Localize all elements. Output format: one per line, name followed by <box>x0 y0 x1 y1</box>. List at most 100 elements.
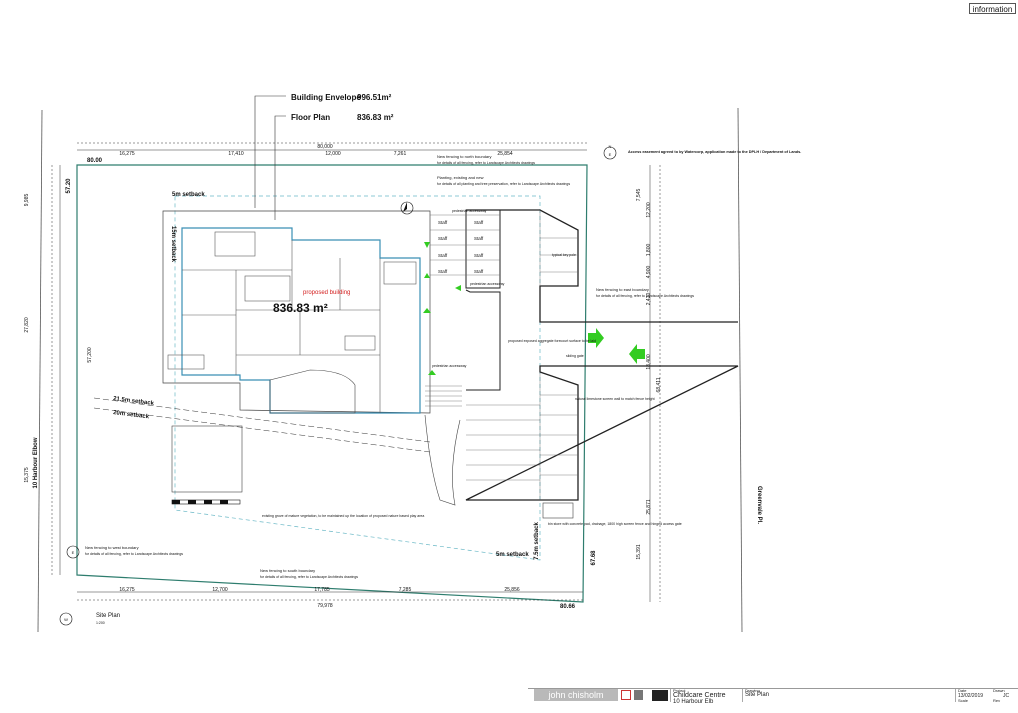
existing-vegetation-zone <box>171 425 243 493</box>
top-dim-1: 16,275 <box>119 151 135 157</box>
floor-leader <box>274 115 286 220</box>
left-overall-dim: 57,200 <box>87 347 93 363</box>
staff-bay-8: Staff <box>474 269 484 274</box>
compass-letter-e2: E <box>72 550 75 555</box>
boundary-bottom-length: 80.66 <box>560 604 576 610</box>
big-area-label: 836.83 m² <box>273 301 328 315</box>
envelope-leader <box>254 95 286 208</box>
proposed-building-label: proposed building <box>303 290 350 296</box>
note-key-pole: typical key pole <box>552 253 576 257</box>
view-scale: 1:200 <box>96 621 105 625</box>
project-address: 10 Harbour Elb <box>673 699 714 705</box>
note-north-body: for details of all fencing, refer to Lan… <box>437 161 535 165</box>
bottom-dim-1: 16,275 <box>119 587 135 593</box>
interior-walls <box>167 231 417 413</box>
right-dim-1: 7,545 <box>636 189 642 202</box>
envelope-label: Building Envelope <box>291 93 361 102</box>
note-easement: Access easement agreed to by Watercorp, … <box>628 150 801 154</box>
carpark-driveway <box>465 209 739 501</box>
boundary-left-length: 57.20 <box>66 178 72 194</box>
drawn-value: JC <box>1003 693 1010 699</box>
firm-mark2-icon <box>634 690 643 700</box>
scale-bar <box>171 499 241 505</box>
forecourt-edge <box>465 289 501 391</box>
pathway <box>424 414 461 506</box>
note-pedestrian-1: pedestrian accessway <box>452 209 487 213</box>
pedestrian-crossing <box>425 385 462 407</box>
left-road-line <box>37 109 43 633</box>
note-limestone: natural limestone screen wall to match f… <box>575 397 655 401</box>
note-south-title: New fencing to south boundary <box>260 568 315 573</box>
note-pedestrian-3: pedestrian accessway <box>432 364 467 368</box>
floor-value: 836.83 m² <box>357 113 394 122</box>
setback-top: 5m setback <box>172 192 205 198</box>
right-road-line <box>737 107 743 633</box>
sheet-title: Site Plan <box>745 692 770 698</box>
note-planting-title: Planting, existing and new <box>437 175 484 180</box>
compass-letter-w: W <box>64 617 68 622</box>
staff-bay-5: Staff <box>438 253 448 258</box>
note-south-body: for details of all fencing, refer to Lan… <box>260 575 358 579</box>
staff-bay-4: Staff <box>474 236 484 241</box>
top-dim-4: 7,261 <box>394 151 407 157</box>
bottom-dim-2: 12,700 <box>212 587 228 593</box>
boundary-right-length: 67.68 <box>591 550 597 566</box>
street-right: Greenvale Pl. <box>756 486 762 524</box>
national-badge-icon <box>652 690 668 701</box>
top-dim-2: 17,410 <box>228 151 244 157</box>
top-dim-3: 12,000 <box>325 151 341 157</box>
right-dim-7: 25,871 <box>646 499 652 515</box>
staff-bay-6: Staff <box>474 253 484 258</box>
compass-letter-n: N <box>609 144 612 149</box>
bin-store <box>542 502 574 519</box>
rev-label: Rev <box>993 698 1001 703</box>
green-arrow-icons <box>423 242 645 375</box>
note-north-title: New fencing to north boundary <box>437 154 491 159</box>
note-forecourt: proposed exposed aggregate forecourt sur… <box>508 339 596 343</box>
boundary-top-length: 80.00 <box>87 158 103 164</box>
left-dim-2: 27,820 <box>24 317 30 333</box>
staff-bay-2: Staff <box>474 220 484 225</box>
top-dim-5: 25,854 <box>497 151 513 157</box>
right-dim-2: 12,200 <box>646 202 652 218</box>
staff-bay-1: Staff <box>438 220 448 225</box>
setback-diag2: 20m setback <box>113 410 150 420</box>
right-dim-3: 1,800 <box>646 244 652 257</box>
compass-letter-e: E <box>609 152 612 157</box>
site-plan-drawing: Building Envelope 996.51m² Floor Plan 83… <box>24 93 801 633</box>
setback-bottom: 5m setback <box>496 552 529 558</box>
right-dim-6: 18,400 <box>646 354 652 370</box>
setback-right: 7.5m setback <box>534 521 540 559</box>
firm-logo: john chisholm design <box>534 689 618 712</box>
right-dim-8: 15,391 <box>636 544 642 560</box>
note-east-title: New fencing to east boundary <box>596 287 649 292</box>
note-planting-body: for details of all planting and tree pre… <box>437 182 570 186</box>
information-button[interactable]: information <box>969 3 1016 14</box>
left-dim-3: 15,375 <box>24 467 30 483</box>
setback-line <box>174 195 541 561</box>
note-east-body: for details of all fencing, refer to Lan… <box>596 294 694 298</box>
outdoor-play-area <box>269 369 356 414</box>
envelope-value: 996.51m² <box>357 93 392 102</box>
bottom-dim-5: 25,856 <box>504 587 520 593</box>
note-bin-store: bin store with concrete pad, drainage, 1… <box>548 522 682 526</box>
note-pedestrian-2: pedestrian accessway <box>470 282 505 286</box>
note-west-body: for details of all fencing, refer to Lan… <box>85 552 183 556</box>
title-block-divider-3 <box>955 689 956 702</box>
floor-label: Floor Plan <box>291 113 330 122</box>
street-left: 10 Harbour Elbow <box>33 437 39 488</box>
setback-left: 15m setback <box>170 226 176 263</box>
scale-label: Scale <box>958 698 969 703</box>
site-boundary <box>76 164 588 603</box>
project-name: Childcare Centre <box>673 692 726 699</box>
setback-diag1: 21.5m setback <box>113 396 155 407</box>
firm-mark-icon <box>621 690 631 700</box>
note-west-title: New fencing to west boundary <box>85 545 139 550</box>
title-block-divider-2 <box>742 689 743 702</box>
north-arrow-icon <box>400 201 414 215</box>
note-sliding-gate: sliding gate <box>566 354 584 358</box>
right-overall-dim: 68,411 <box>656 377 662 392</box>
staff-bay-7: Staff <box>438 269 448 274</box>
bottom-overall-dim: 79,978 <box>317 603 333 609</box>
right-dim-4: 4,900 <box>646 266 652 279</box>
